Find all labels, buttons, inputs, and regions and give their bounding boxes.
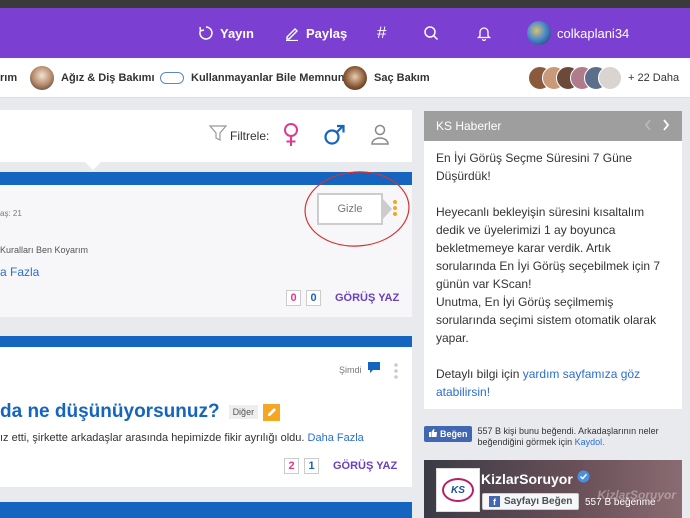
chevron-right-icon[interactable] [662,119,670,134]
category-item[interactable]: Ağız & Diş Bakımı [30,58,155,98]
female-count[interactable]: 2 [284,458,299,474]
more-options-icon[interactable] [394,362,398,385]
username-label: colkaplani34 [557,25,630,41]
person-icon [370,124,390,150]
publish-icon [198,25,214,41]
category-badge[interactable]: Diğer [228,405,259,419]
facebook-like-button[interactable]: Beğen [424,426,472,442]
male-count[interactable]: 0 [306,290,321,306]
publish-label: Yayın [220,25,254,41]
top-navbar: Yayın Paylaş # colkaplani34 [0,8,690,58]
publish-button[interactable]: Yayın [198,8,254,58]
news-body: En İyi Görüş Seçme Süresini 7 Güne Düşür… [424,141,682,409]
more-categories[interactable]: + 22 Daha [528,58,679,98]
post-actions: 2 1 GÖRÜŞ YAZ [284,458,397,474]
section-divider [0,336,412,347]
page-like-button[interactable]: f Sayfayı Beğen [482,493,580,510]
news-title: KS Haberler [436,119,502,133]
more-link[interactable]: a Fazla [0,265,39,279]
female-count[interactable]: 0 [286,290,301,306]
write-opinion-button[interactable]: GÖRÜŞ YAZ [335,292,399,304]
filter-pointer [84,161,102,170]
category-logo [160,72,184,84]
section-divider [0,502,412,518]
news-header: KS Haberler [424,111,682,141]
page-name-row: KizlarSoruyor [481,470,590,488]
browser-top-strip [0,0,690,8]
user-menu[interactable]: colkaplani34 [527,8,629,58]
filter-icon [208,124,228,147]
category-item[interactable]: Kullanmayanlar Bile Memnun [160,58,344,98]
news-paragraph: Unutma, En İyi Görüş seçilmemiş soruları… [436,295,657,345]
user-avatar [527,21,551,45]
facebook-icon: f [489,496,500,507]
post-title[interactable]: da ne düşünüyorsunuz? [0,401,220,423]
news-widget: KS Haberler En İyi Görüş Seçme Süresini … [424,111,682,409]
facebook-like-text: 557 B kişi bunu beğendi. Arkadaşlarının … [477,426,659,447]
facebook-page-widget: KizlarSoruyor KS KizlarSoruyor f Sayfayı… [424,460,682,518]
pencil-icon [284,25,300,41]
category-bar: rım Ağız & Diş Bakımı Kullanmayanlar Bil… [0,58,690,98]
category-item[interactable]: rım [0,58,17,98]
search-icon [423,25,439,41]
time-label: Şimdi [339,365,362,375]
male-count[interactable]: 1 [304,458,319,474]
search-button[interactable] [423,8,439,58]
post-actions: 0 0 GÖRÜŞ YAZ [286,290,399,306]
male-icon [323,124,347,150]
category-item[interactable]: Saç Bakım [343,58,430,98]
all-users-filter-button[interactable] [370,124,390,151]
post-card: aş: 21 Gizle Kuralları Ben Koyarım a Faz… [0,171,412,317]
filter-label: Filtrele: [230,128,270,143]
post-tag: Kuralları Ben Koyarım [0,245,89,255]
page-name[interactable]: KizlarSoruyor [481,471,573,487]
verified-icon [577,470,590,488]
write-opinion-button[interactable]: GÖRÜŞ YAZ [333,460,397,472]
post-meta: aş: 21 [0,209,22,218]
post-card: Şimdi da ne düşünüyorsunuz? Diğer ız ett… [0,347,412,487]
post-title-row: da ne düşünüyorsunuz? Diğer [0,401,281,423]
category-avatar [343,66,367,90]
ks-logo-icon: KS [442,478,474,502]
female-icon [283,123,299,152]
facebook-like-widget: Beğen 557 B kişi bunu beğendi. Arkadaşla… [424,424,682,454]
post-excerpt: ız etti, şirkette arkadaşlar arasında he… [0,432,305,444]
thumbs-up-icon [428,428,438,440]
news-headline: En İyi Görüş Seçme Süresini 7 Güne Düşür… [436,151,633,183]
chevron-left-icon[interactable] [644,119,652,134]
more-label: + 22 Daha [628,72,680,84]
filter-toggle[interactable]: Filtrele: [208,124,270,147]
category-avatar [30,66,54,90]
share-label: Paylaş [306,25,348,41]
post-time: Şimdi [339,361,381,379]
post-excerpt-row: ız etti, şirkette arkadaşlar arasında he… [0,432,364,444]
female-filter-button[interactable] [283,122,299,153]
hashtag-icon: # [377,23,387,42]
bell-icon [476,25,492,41]
page-logo: KS [436,468,480,512]
male-filter-button[interactable] [323,124,347,151]
avatar-stack [528,66,622,90]
annotation-circle [304,171,410,247]
comment-icon [367,361,381,379]
signup-link[interactable]: Kaydol. [575,437,605,447]
news-detail: Detaylı bilgi için yardım sayfamıza göz … [436,367,641,399]
page-likes: 557 B beğenme [585,497,656,508]
share-button[interactable]: Paylaş [284,8,347,58]
more-link[interactable]: Daha Fazla [308,432,364,444]
filter-bar: Filtrele: [0,110,412,170]
hashtag-button[interactable]: # [377,8,386,58]
news-paragraph: Heyecanlı bekleyişin süresini kısaltalım… [436,205,661,291]
edit-icon[interactable] [263,403,281,421]
notifications-button[interactable] [476,8,492,58]
